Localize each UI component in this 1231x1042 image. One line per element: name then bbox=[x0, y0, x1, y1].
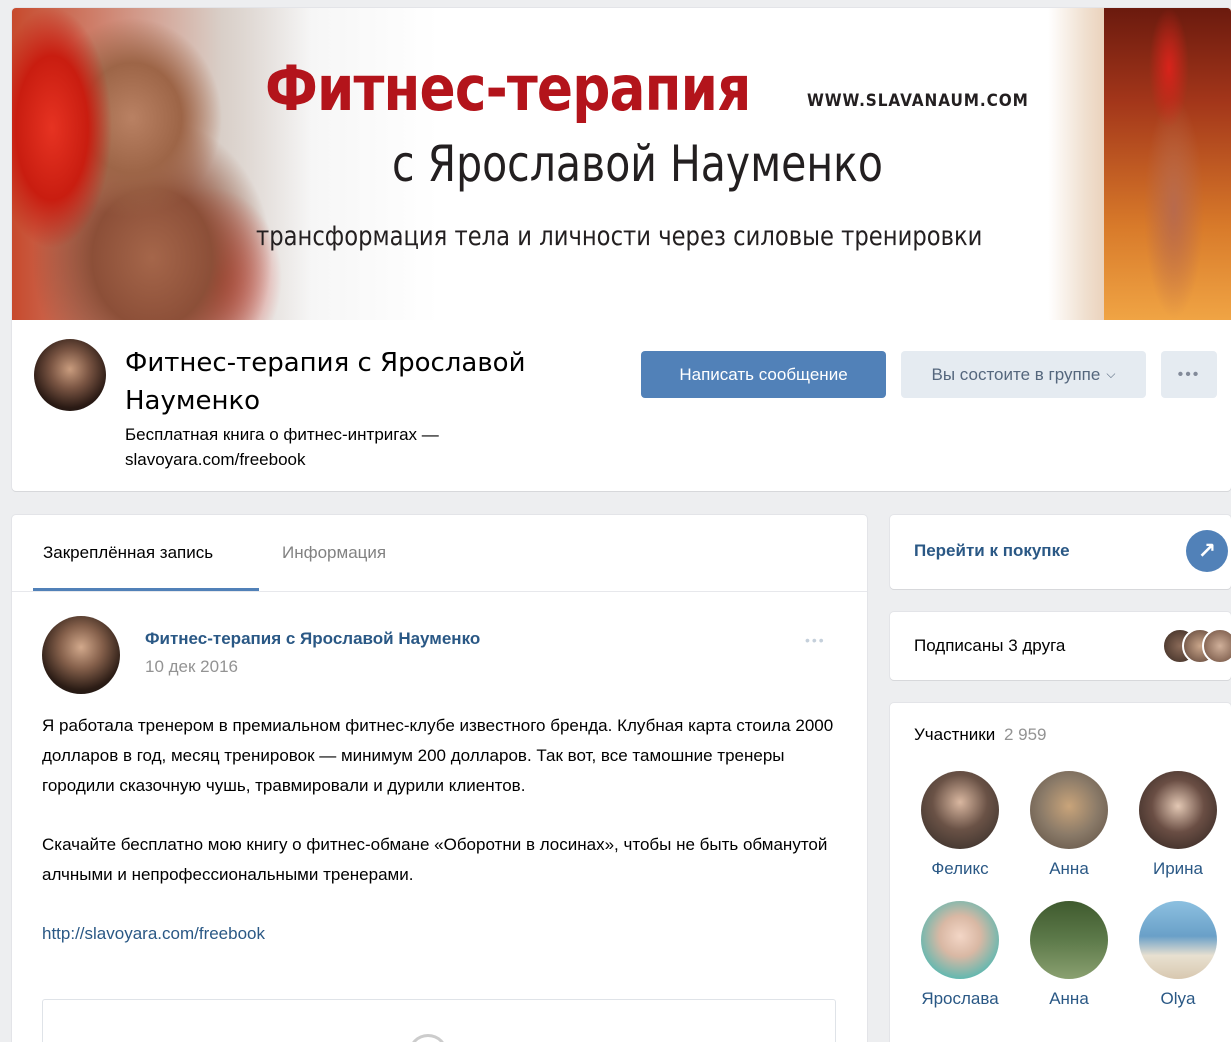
post-body: Я работала тренером в премиальном фитнес… bbox=[42, 711, 842, 949]
member-item[interactable]: Анна bbox=[1024, 771, 1114, 879]
more-actions-button[interactable]: ••• bbox=[1161, 351, 1217, 398]
post-paragraph: Я работала тренером в премиальном фитнес… bbox=[42, 716, 834, 795]
group-status[interactable]: Бесплатная книга о фитнес-интригах — sla… bbox=[125, 422, 525, 472]
buy-link[interactable]: Перейти к покупке bbox=[914, 541, 1070, 561]
cover-tagline: трансформация тела и личности через сило… bbox=[256, 221, 983, 252]
members-card: Участники 2 959 Феликс Анна Ирина Яросла… bbox=[890, 703, 1231, 1042]
members-count: 2 959 bbox=[1003, 725, 1047, 744]
member-name[interactable]: Ирина bbox=[1133, 859, 1223, 879]
member-item[interactable]: Ярослава bbox=[915, 901, 1005, 1009]
member-avatar[interactable] bbox=[1030, 771, 1108, 849]
members-title-label: Участники bbox=[914, 725, 996, 744]
attachment-image-icon bbox=[408, 1034, 448, 1042]
active-tab-indicator bbox=[33, 588, 259, 591]
member-avatar[interactable] bbox=[921, 771, 999, 849]
member-name[interactable]: Olya bbox=[1133, 989, 1223, 1009]
cover-right-photo bbox=[1104, 8, 1231, 320]
chevron-down-icon: ⌵ bbox=[1106, 367, 1116, 381]
friends-subscribed-card[interactable]: Подписаны 3 друга bbox=[890, 612, 1231, 680]
cover-subtitle: с Ярославой Науменко bbox=[392, 135, 884, 193]
member-name[interactable]: Анна bbox=[1024, 989, 1114, 1009]
send-message-button[interactable]: Написать сообщение bbox=[641, 351, 886, 398]
member-item[interactable]: Феликс bbox=[915, 771, 1005, 879]
member-name[interactable]: Феликс bbox=[915, 859, 1005, 879]
member-name[interactable]: Анна bbox=[1024, 859, 1114, 879]
post-tabs: Закреплённая запись Информация bbox=[12, 515, 867, 592]
post-more-icon[interactable]: ••• bbox=[805, 632, 826, 648]
tab-information[interactable]: Информация bbox=[282, 543, 386, 591]
member-avatar[interactable] bbox=[921, 901, 999, 979]
buy-card[interactable]: Перейти к покупке ↗ bbox=[890, 515, 1231, 589]
tab-pinned-post[interactable]: Закреплённая запись bbox=[43, 543, 213, 591]
membership-label: Вы состоите в группе bbox=[931, 364, 1101, 384]
post-date[interactable]: 10 дек 2016 bbox=[145, 657, 238, 677]
friends-subscribed-label[interactable]: Подписаны 3 друга bbox=[914, 636, 1065, 656]
group-avatar[interactable] bbox=[34, 339, 106, 411]
friend-avatar[interactable] bbox=[1202, 628, 1231, 664]
post-paragraph: Скачайте бесплатно мою книгу о фитнес-об… bbox=[42, 835, 828, 884]
post-author-link[interactable]: Фитнес-терапия с Ярославой Науменко bbox=[145, 629, 480, 649]
member-avatar[interactable] bbox=[1030, 901, 1108, 979]
member-item[interactable]: Анна bbox=[1024, 901, 1114, 1009]
arrow-up-right-icon[interactable]: ↗ bbox=[1186, 530, 1228, 572]
membership-dropdown-button[interactable]: Вы состоите в группе ⌵ bbox=[901, 351, 1146, 398]
members-title[interactable]: Участники 2 959 bbox=[914, 725, 1047, 745]
group-header-card: Фитнес-терапия WWW.SLAVANAUM.COM с Яросл… bbox=[12, 8, 1231, 491]
cover-title: Фитнес-терапия bbox=[265, 52, 751, 125]
post-attachment[interactable] bbox=[42, 999, 836, 1042]
pinned-post-card: Закреплённая запись Информация Фитнес-те… bbox=[12, 515, 867, 1042]
group-name: Фитнес-терапия с Ярославой Науменко bbox=[125, 348, 526, 416]
post-link[interactable]: http://slavoyara.com/freebook bbox=[42, 919, 842, 949]
member-item[interactable]: Olya bbox=[1133, 901, 1223, 1009]
member-avatar[interactable] bbox=[1139, 901, 1217, 979]
cover-image[interactable]: Фитнес-терапия WWW.SLAVANAUM.COM с Яросл… bbox=[12, 8, 1231, 320]
post-author-avatar[interactable] bbox=[42, 616, 120, 694]
member-item[interactable]: Ирина bbox=[1133, 771, 1223, 879]
member-avatar[interactable] bbox=[1139, 771, 1217, 849]
cover-url: WWW.SLAVANAUM.COM bbox=[807, 91, 1029, 111]
member-name[interactable]: Ярослава bbox=[915, 989, 1005, 1009]
